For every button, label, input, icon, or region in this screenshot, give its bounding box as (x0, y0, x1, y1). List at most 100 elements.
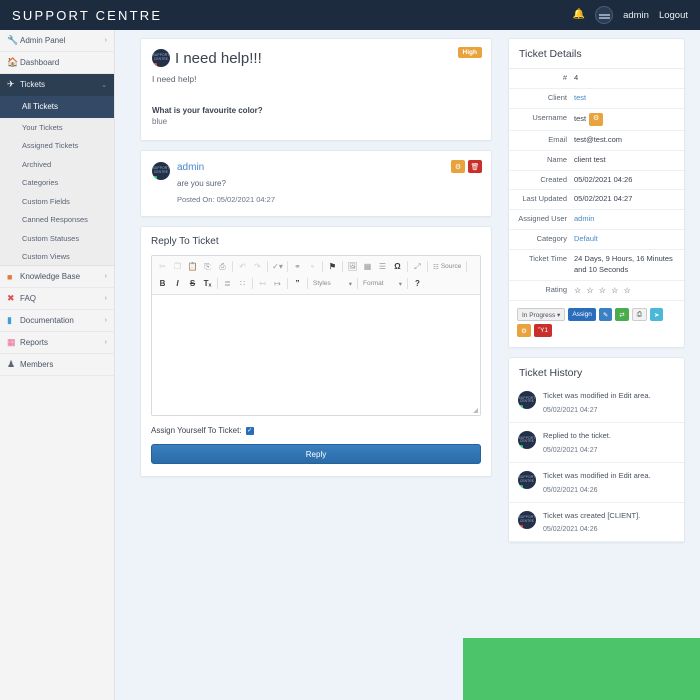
toolbar-separator (217, 278, 218, 289)
source-label: Source (440, 263, 462, 270)
sidebar-item-categories[interactable]: Categories (0, 173, 114, 192)
settings-button[interactable]: ⚙ (517, 324, 531, 338)
unlink-icon[interactable]: ⚬ (305, 259, 320, 274)
reply-header: SUPPORT CENTRE admin are you sure? Posted… (152, 162, 480, 204)
indent-icon[interactable]: ↦ (270, 276, 285, 291)
delete-button[interactable]: Ὕ1 (533, 324, 553, 338)
outdent-icon[interactable]: ↤ (255, 276, 270, 291)
help-icon[interactable]: ? (410, 276, 425, 291)
detail-value[interactable]: Default (574, 234, 676, 245)
sidebar-item-archived[interactable]: Archived (0, 155, 114, 174)
ticket-icon: ✈ (7, 79, 15, 89)
assign-button[interactable]: Assign (568, 308, 596, 322)
sidebar-item-all-tickets[interactable]: All Tickets (0, 96, 114, 118)
cut-icon[interactable]: ✂ (155, 259, 170, 274)
strikethrough-icon[interactable]: S (185, 276, 200, 291)
sidebar-subitem-label: Categories (22, 178, 59, 188)
blockquote-icon[interactable]: ” (290, 276, 305, 291)
sidebar-item-custom-statuses[interactable]: Custom Statuses (0, 229, 114, 248)
wrench-icon: 🔧 (7, 35, 19, 45)
format-dropdown[interactable]: Format ▾ (360, 277, 405, 291)
edit-button[interactable]: ✎ (598, 308, 613, 322)
custom-field-value: blue (152, 117, 168, 126)
sidebar-item-your-tickets[interactable]: Your Tickets (0, 118, 114, 137)
source-button[interactable]: ☷ Source (430, 263, 464, 271)
right-column: Ticket Details # 4 Client test Username … (508, 38, 685, 544)
detail-value: 05/02/2021 04:26 (574, 174, 633, 184)
user-avatar-icon[interactable] (595, 6, 614, 24)
copy-icon[interactable]: ❐ (170, 259, 185, 274)
ticket-history-title: Ticket History (519, 367, 583, 380)
sidebar-item-admin-panel[interactable]: 🔧 Admin Panel › (0, 30, 114, 52)
sidebar-item-dashboard[interactable]: 🏠 Dashboard (0, 52, 114, 74)
print-button[interactable]: ⎙ (631, 308, 647, 322)
detail-value: test (574, 113, 587, 123)
paste-from-word-icon[interactable]: ⎙ (215, 259, 230, 274)
horizontal-rule-icon[interactable]: ☰ (375, 259, 390, 274)
detail-row-client: Client test (509, 89, 684, 109)
reply-submit-button[interactable]: Reply (151, 444, 481, 464)
send-button[interactable]: ➤ (649, 308, 664, 322)
support-centre-logo-avatar: SUPPORT CENTRE (518, 510, 536, 529)
link-icon[interactable]: ⚭ (290, 259, 305, 274)
reply-author-name[interactable]: admin (177, 162, 480, 173)
sidebar-item-custom-fields[interactable]: Custom Fields (0, 192, 114, 211)
bell-icon[interactable]: 🔔 (573, 10, 585, 20)
history-text: Ticket was modified in Edit area. (543, 470, 651, 480)
detail-row-assigned-user: Assigned User admin (509, 210, 684, 231)
numbered-list-icon[interactable]: ≣ (220, 276, 235, 291)
sidebar-item-members[interactable]: ♟ Members (0, 354, 114, 376)
image-icon[interactable]: 🖼 (345, 259, 360, 274)
special-character-icon[interactable]: Ω (390, 259, 405, 274)
bold-icon[interactable]: B (155, 276, 170, 291)
detail-row-category: Category Default (509, 230, 684, 250)
italic-icon[interactable]: I (170, 276, 185, 291)
bulleted-list-icon[interactable]: ∷ (235, 276, 250, 291)
redo-icon[interactable]: ↷ (250, 259, 265, 274)
gear-icon[interactable]: ⚙ (451, 160, 465, 173)
sidebar-item-faq[interactable]: ✖ FAQ › (0, 288, 114, 310)
paste-text-icon[interactable]: ⎘ (200, 259, 215, 274)
logout-link[interactable]: Logout (659, 10, 688, 21)
detail-key: Last Updated (522, 194, 567, 204)
styles-dropdown[interactable]: Styles ▾ (310, 277, 355, 291)
sidebar-item-tickets[interactable]: ✈ Tickets ⌄ (0, 74, 114, 96)
chevron-right-icon: › (104, 339, 107, 346)
anchor-icon[interactable]: ⚑ (325, 259, 340, 274)
reply-editor-textarea[interactable] (152, 295, 480, 415)
detail-value[interactable]: test (574, 93, 676, 104)
sidebar-item-custom-views[interactable]: Custom Views (0, 247, 114, 266)
gear-icon[interactable]: ⚙ (589, 112, 604, 126)
chevron-right-icon: › (104, 295, 107, 302)
spellcheck-icon[interactable]: ✓▾ (270, 259, 285, 274)
undo-icon[interactable]: ↶ (235, 259, 250, 274)
detail-value: test@test.com (574, 134, 623, 144)
sidebar-item-reports[interactable]: ▦ Reports › (0, 332, 114, 354)
sidebar-item-documentation[interactable]: ▮ Documentation › (0, 310, 114, 332)
chevron-down-icon: ▾ (398, 280, 402, 288)
assign-yourself-checkbox[interactable]: ✓ (245, 426, 254, 435)
detail-key: Name (546, 154, 567, 164)
topbar-username[interactable]: admin (623, 10, 649, 21)
remove-format-icon[interactable]: Tₓ (200, 276, 215, 291)
status-dropdown[interactable]: In Progress ▾ (517, 308, 566, 322)
chevron-right-icon: › (104, 273, 107, 280)
table-icon[interactable]: ▦ (360, 259, 375, 274)
sidebar-subitem-label: Custom Fields (22, 196, 70, 206)
trash-icon[interactable]: 🗑 (468, 160, 482, 173)
question-circle-icon: ✖ (7, 293, 15, 303)
detail-value: 4 (574, 73, 579, 82)
sidebar-item-knowledge-base[interactable]: ■ Knowledge Base › (0, 266, 114, 288)
toolbar-separator (427, 261, 428, 272)
sidebar-item-canned-responses[interactable]: Canned Responses (0, 210, 114, 229)
transfer-button[interactable]: ⇄ (615, 308, 629, 322)
chevron-down-icon: ▾ (348, 280, 352, 288)
rating-stars[interactable]: ☆ ☆ ☆ ☆ ☆ (574, 285, 676, 297)
status-badge-priority: High (457, 47, 482, 58)
detail-value[interactable]: admin (574, 214, 676, 225)
editor-toolbar: ✂ ❐ 📋 ⎘ ⎙ ↶ ↷ ✓▾ ⚭ ⚬ ⚑ 🖼 ▦ ☰ Ω ⤢ ☷ Sourc… (152, 256, 480, 295)
sidebar-item-assigned-tickets[interactable]: Assigned Tickets (0, 136, 114, 155)
list-item: SUPPORT CENTRE Ticket was created [CLIENT… (509, 503, 684, 543)
paste-icon[interactable]: 📋 (185, 259, 200, 274)
maximize-icon[interactable]: ⤢ (410, 259, 425, 274)
